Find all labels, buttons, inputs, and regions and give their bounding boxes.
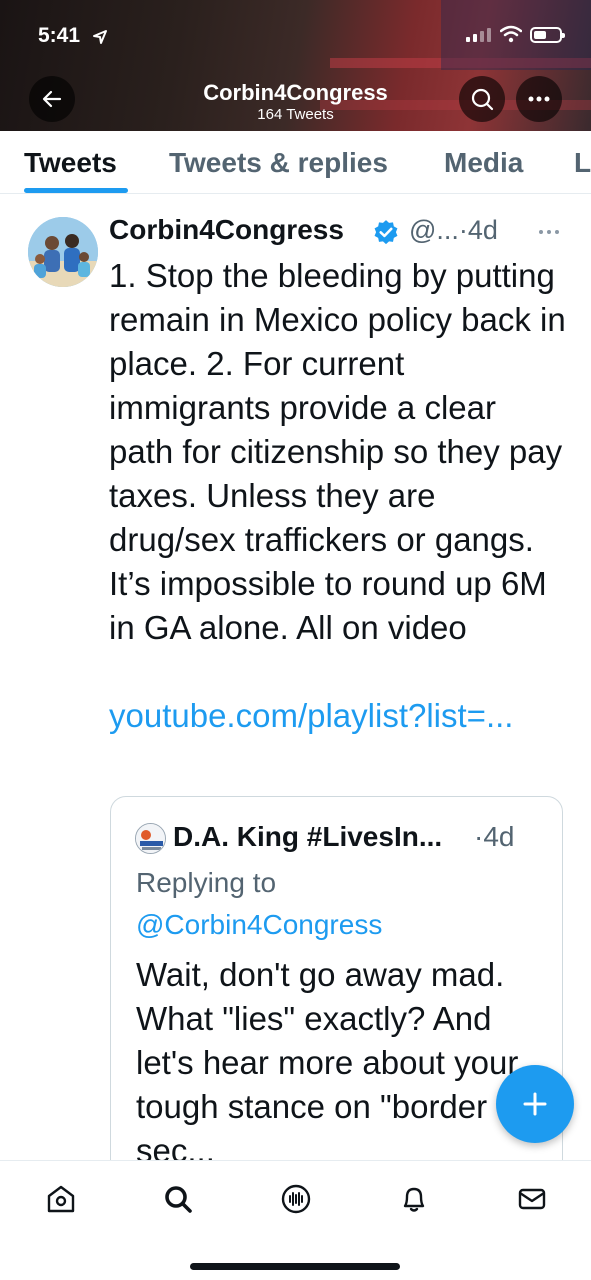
handle-text: @...: [409, 215, 459, 245]
tab-tweets[interactable]: Tweets: [24, 147, 117, 179]
search-button[interactable]: [459, 76, 505, 122]
active-tab-indicator: [24, 188, 128, 193]
avatar-photo: [28, 217, 98, 287]
compose-plus-icon: [523, 1092, 547, 1116]
tweet-author-handle: @...·4d: [409, 215, 498, 246]
cellular-signal-icon: [466, 28, 491, 42]
notifications-bell-icon[interactable]: [398, 1183, 430, 1215]
bottom-tab-bar: [0, 1160, 591, 1280]
avatar-logo: [136, 824, 165, 853]
location-arrow-icon: [93, 30, 107, 44]
wifi-icon: [500, 25, 522, 43]
home-icon[interactable]: [45, 1183, 77, 1215]
more-options-button[interactable]: [516, 76, 562, 122]
profile-tabs: Tweets Tweets & replies Media L: [0, 131, 591, 194]
home-indicator: [190, 1263, 400, 1270]
battery-icon: [530, 27, 565, 43]
tweet-text: 1. Stop the bleeding by putting remain i…: [109, 257, 566, 646]
avatar[interactable]: [28, 217, 98, 287]
spaces-icon[interactable]: [280, 1183, 312, 1215]
compose-tweet-button[interactable]: [496, 1065, 574, 1143]
tweet-link[interactable]: youtube.com/playlist?list=...: [109, 694, 569, 738]
explore-search-icon[interactable]: [162, 1183, 194, 1215]
tab-media[interactable]: Media: [444, 147, 523, 179]
tweet-author-name[interactable]: Corbin4Congress: [109, 214, 344, 246]
replying-to-label: Replying to: [136, 867, 277, 898]
quoted-author-name: D.A. King #LivesIn...: [173, 821, 443, 852]
quoted-tweet-text: Wait, don't go away mad. What "lies" exa…: [136, 956, 519, 1169]
tab-likes[interactable]: L: [574, 147, 591, 179]
more-icon: [528, 96, 550, 102]
tweet-timestamp: ·4d: [458, 215, 498, 245]
search-icon: [471, 88, 494, 111]
quoted-timestamp: ·4d: [474, 821, 515, 852]
status-bar: 5:41: [0, 0, 591, 70]
more-icon: [539, 230, 559, 234]
tweet-more-button[interactable]: [538, 218, 560, 241]
verified-icon: [374, 220, 398, 245]
quoted-author-avatar: [135, 823, 166, 854]
quoted-tweet[interactable]: D.A. King #LivesIn... ·4d Replying to @C…: [110, 796, 563, 1196]
messages-mail-icon[interactable]: [516, 1183, 548, 1215]
tab-tweets-and-replies[interactable]: Tweets & replies: [169, 147, 388, 179]
replying-to-handle[interactable]: @Corbin4Congress: [136, 909, 382, 941]
profile-header-banner: 5:41 Corbin4Congress 164 Tweets: [0, 0, 591, 131]
status-time: 5:41: [38, 24, 81, 47]
